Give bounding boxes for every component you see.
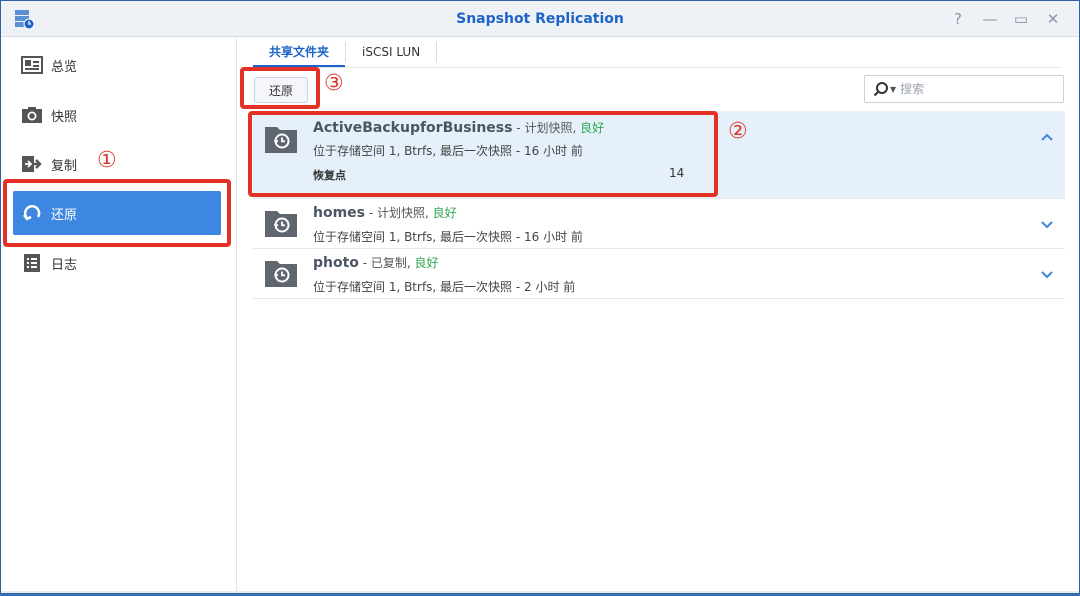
sidebar-item-label: 总览 [51, 59, 78, 75]
folder-name: homes - 计划快照, 良好 [313, 205, 457, 221]
tab-bar: 共享文件夹 iSCSI LUN [253, 37, 438, 67]
annotation-marker-2: ② [728, 119, 748, 144]
folder-meta: - 计划快照, [365, 206, 433, 220]
tab-divider [436, 42, 438, 62]
status-badge: 良好 [432, 206, 457, 220]
sidebar-item-label: 复制 [51, 158, 78, 174]
folder-meta: - 已复制, [358, 256, 415, 270]
tab-iscsi-lun[interactable]: iSCSI LUN [346, 37, 436, 67]
app-window: Snapshot Replication ? — ▭ ✕ 总览 快照 复制 还原… [0, 0, 1080, 594]
camera-icon [21, 104, 43, 126]
sidebar: 总览 快照 复制 还原 日志 ① [1, 37, 237, 593]
close-button[interactable]: ✕ [1044, 10, 1062, 28]
window-title: Snapshot Replication [456, 11, 624, 27]
overview-icon [21, 54, 43, 76]
chevron-up-icon[interactable] [1039, 129, 1055, 145]
search-box[interactable]: ▼ [864, 75, 1064, 103]
annotation-highlight-folder [248, 111, 718, 197]
folder-details: 位于存储空间 1, Btrfs, 最后一次快照 - 2 小时 前 [313, 280, 576, 294]
maximize-button[interactable]: ▭ [1012, 10, 1030, 28]
log-icon [21, 252, 43, 274]
folder-details: 位于存储空间 1, Btrfs, 最后一次快照 - 16 小时 前 [313, 230, 583, 244]
sidebar-item-label: 日志 [51, 257, 78, 273]
help-button[interactable]: ? [949, 10, 967, 28]
snapshot-folder-icon [265, 261, 297, 287]
chevron-down-icon[interactable] [1039, 266, 1055, 282]
window-bottom-edge [1, 591, 1079, 593]
replication-icon [21, 153, 43, 175]
search-input[interactable] [900, 82, 1051, 96]
annotation-marker-1: ① [97, 148, 117, 173]
tab-shared-folders[interactable]: 共享文件夹 [253, 37, 346, 67]
shared-folder-row[interactable]: photo - 已复制, 良好 位于存储空间 1, Btrfs, 最后一次快照 … [253, 249, 1065, 299]
annotation-marker-3: ③ [324, 71, 344, 96]
folder-name: photo - 已复制, 良好 [313, 255, 439, 271]
chevron-down-icon[interactable] [1039, 216, 1055, 232]
search-icon [873, 82, 888, 97]
title-bar: Snapshot Replication ? — ▭ ✕ [1, 1, 1079, 37]
main-panel: 共享文件夹 iSCSI LUN 还原 ③ ▼ ActiveBackupforBu… [238, 37, 1079, 593]
shared-folder-row[interactable]: homes - 计划快照, 良好 位于存储空间 1, Btrfs, 最后一次快照… [253, 199, 1065, 249]
annotation-highlight-restore [3, 179, 231, 247]
status-badge: 良好 [414, 256, 439, 270]
annotation-highlight-restore-button [240, 67, 320, 109]
sidebar-item-snapshots[interactable]: 快照 [13, 93, 221, 137]
tab-underline [253, 67, 1061, 68]
sidebar-item-log[interactable]: 日志 [13, 241, 221, 285]
sidebar-item-label: 快照 [51, 109, 78, 125]
snapshot-folder-icon [265, 211, 297, 237]
search-options-caret-icon[interactable]: ▼ [890, 85, 896, 94]
minimize-button[interactable]: — [981, 10, 999, 28]
sidebar-item-overview[interactable]: 总览 [13, 43, 221, 87]
